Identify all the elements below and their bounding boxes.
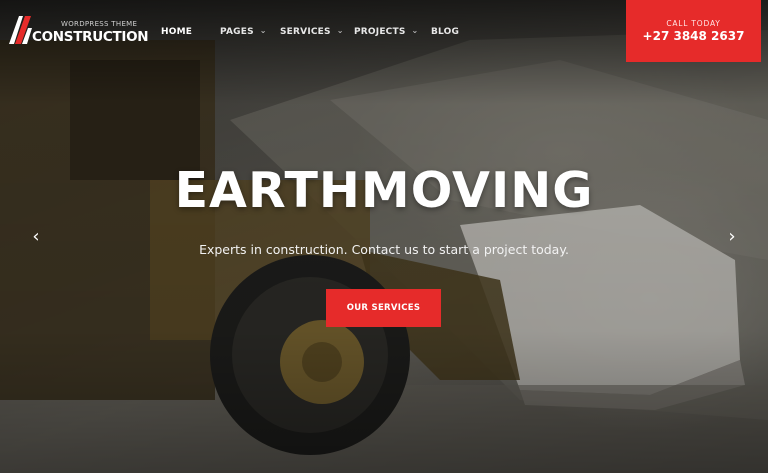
nav-item-label: BLOG [431,27,460,37]
nav-item-pages[interactable]: PAGES ⌄ [220,26,267,37]
call-today-box[interactable]: CALL TODAY +27 3848 2637 [626,0,761,62]
call-label: CALL TODAY [666,19,721,28]
hero-overlay [0,0,768,473]
our-services-button[interactable]: OUR SERVICES [326,289,441,327]
nav-item-home[interactable]: HOME [161,27,192,37]
nav-item-label: PROJECTS [354,27,406,37]
chevron-down-icon: ⌄ [259,26,267,35]
nav-item-projects[interactable]: PROJECTS ⌄ [354,26,419,37]
chevron-left-icon[interactable]: ‹ [26,226,46,248]
logo-tagline: WORDPRESS THEME [61,20,138,28]
hero-slider: WORDPRESS THEME CONSTRUCTION HOME PAGES ⌄… [0,0,768,473]
nav-item-label: HOME [161,27,193,37]
logo-name: CONSTRUCTION [32,29,149,45]
site-logo[interactable]: WORDPRESS THEME CONSTRUCTION [9,16,149,48]
call-phone-number[interactable]: +27 3848 2637 [626,29,761,43]
nav-item-services[interactable]: SERVICES ⌄ [280,26,344,37]
nav-item-blog[interactable]: BLOG [431,27,459,37]
nav-item-label: PAGES [220,27,254,37]
hero-title: EARTHMOVING [174,162,594,219]
chevron-right-icon[interactable]: › [722,226,742,248]
hero-subtitle: Experts in construction. Contact us to s… [199,242,569,257]
chevron-down-icon: ⌄ [411,26,419,35]
nav-item-label: SERVICES [280,27,331,37]
chevron-down-icon: ⌄ [336,26,344,35]
